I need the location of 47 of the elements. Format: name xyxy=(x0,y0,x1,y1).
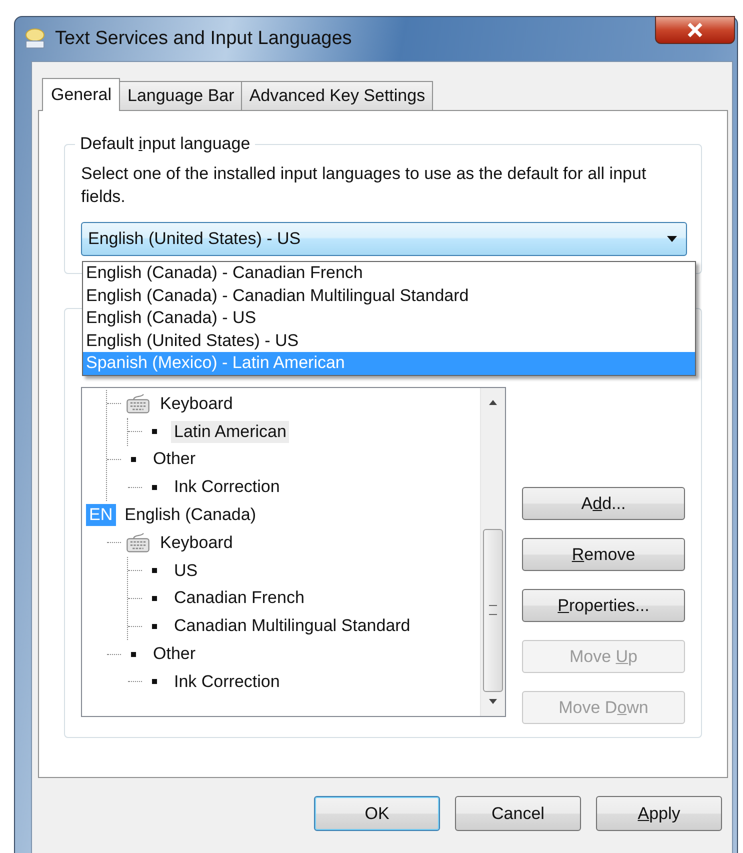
action-button[interactable]: Properties... xyxy=(522,589,685,622)
language-dropdown[interactable]: English (United States) - US xyxy=(81,222,687,256)
bullet-icon xyxy=(152,624,157,629)
bullet-icon xyxy=(131,456,136,462)
scroll-up-arrow-icon[interactable] xyxy=(487,398,499,406)
app-icon xyxy=(23,27,47,51)
window-title: Text Services and Input Languages xyxy=(55,28,352,50)
scroll-down-arrow-icon[interactable] xyxy=(487,698,499,706)
tree-item[interactable]: Keyboard xyxy=(157,392,236,415)
tab[interactable]: Advanced Key Settings xyxy=(241,81,434,110)
tree-item[interactable]: Ink Correction xyxy=(171,476,283,498)
tree-item[interactable]: Ink Correction xyxy=(171,670,283,693)
bullet-icon xyxy=(152,429,157,434)
tab[interactable]: General xyxy=(42,78,120,111)
dropdown-option[interactable]: English (Canada) - Canadian French xyxy=(83,262,695,285)
bullet-icon xyxy=(152,679,157,684)
bullet-icon xyxy=(131,652,136,657)
tree-item[interactable]: Canadian Multilingual Standard xyxy=(171,615,414,638)
scrollbar[interactable] xyxy=(480,388,505,716)
tab[interactable]: Language Bar xyxy=(119,81,242,110)
tree-item[interactable]: Keyboard xyxy=(157,532,236,554)
tree-item[interactable]: US xyxy=(171,560,201,582)
tree-item[interactable]: Other xyxy=(150,448,199,470)
dialog-button[interactable]: OK xyxy=(314,796,440,831)
close-button[interactable] xyxy=(655,16,735,44)
group-legend: Default input language xyxy=(75,134,256,154)
dropdown-option[interactable]: English (Canada) - US xyxy=(83,307,695,330)
bullet-icon xyxy=(152,484,157,490)
tree-item[interactable]: English (Canada) xyxy=(122,504,259,526)
dropdown-option[interactable]: English (United States) - US xyxy=(83,330,695,352)
tree-item[interactable]: Canadian French xyxy=(171,587,308,610)
tree-item[interactable]: Other xyxy=(150,643,199,666)
action-button[interactable]: Remove xyxy=(522,538,685,571)
dialog-button[interactable]: Cancel xyxy=(455,796,581,831)
close-icon xyxy=(686,22,704,38)
keyboard-icon xyxy=(125,392,151,415)
keyboard-icon xyxy=(125,532,151,554)
bullet-icon xyxy=(152,568,157,574)
tree-item[interactable]: Latin American xyxy=(171,420,290,443)
bullet-icon xyxy=(152,596,157,601)
action-button[interactable]: Add... xyxy=(522,487,685,520)
dropdown-arrow-icon xyxy=(666,235,678,243)
description-text: Select one of the installed input languages to use as the default for all input fields. xyxy=(81,163,648,208)
tree-view[interactable]: Keyboard Latin American Other Ink Correction EN English (Canada) Keyboard US Canadian French Canadian Multilingual Standard Other Ink Correction xyxy=(81,387,506,717)
dialog-button[interactable]: Apply xyxy=(596,796,722,831)
dropdown-option[interactable]: English (Canada) - Canadian Multilingual Standard xyxy=(83,284,695,308)
language-badge: EN xyxy=(86,504,116,526)
